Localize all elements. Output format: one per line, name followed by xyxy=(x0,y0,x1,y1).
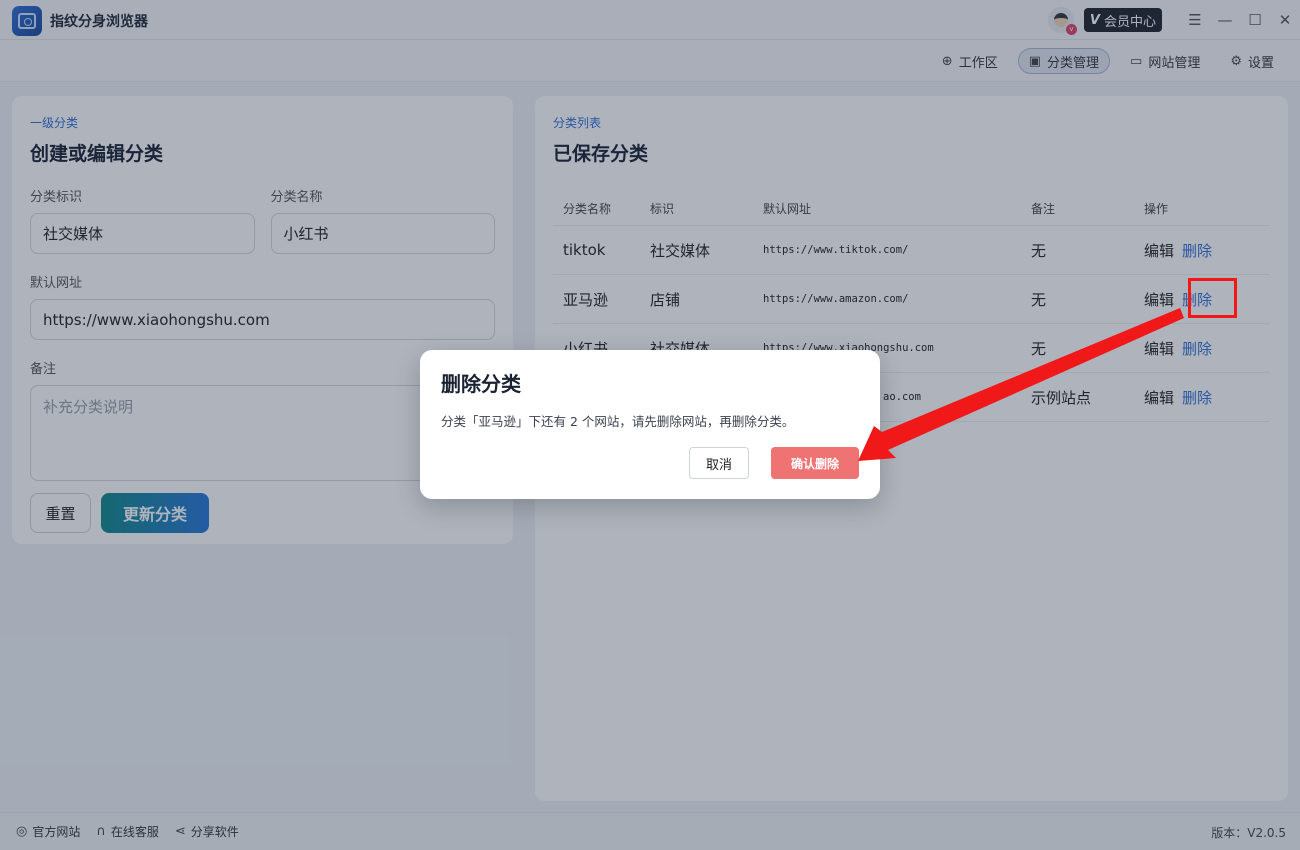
dialog-message: 分类「亚马逊」下还有 2 个网站，请先删除网站，再删除分类。 xyxy=(441,414,795,429)
delete-category-dialog: 删除分类 分类「亚马逊」下还有 2 个网站，请先删除网站，再删除分类。 取消 确… xyxy=(420,350,880,499)
delete-highlight-box xyxy=(1188,278,1237,318)
cancel-button[interactable]: 取消 xyxy=(689,447,749,479)
dialog-title: 删除分类 xyxy=(441,372,521,396)
confirm-delete-button[interactable]: 确认删除 xyxy=(771,447,859,479)
